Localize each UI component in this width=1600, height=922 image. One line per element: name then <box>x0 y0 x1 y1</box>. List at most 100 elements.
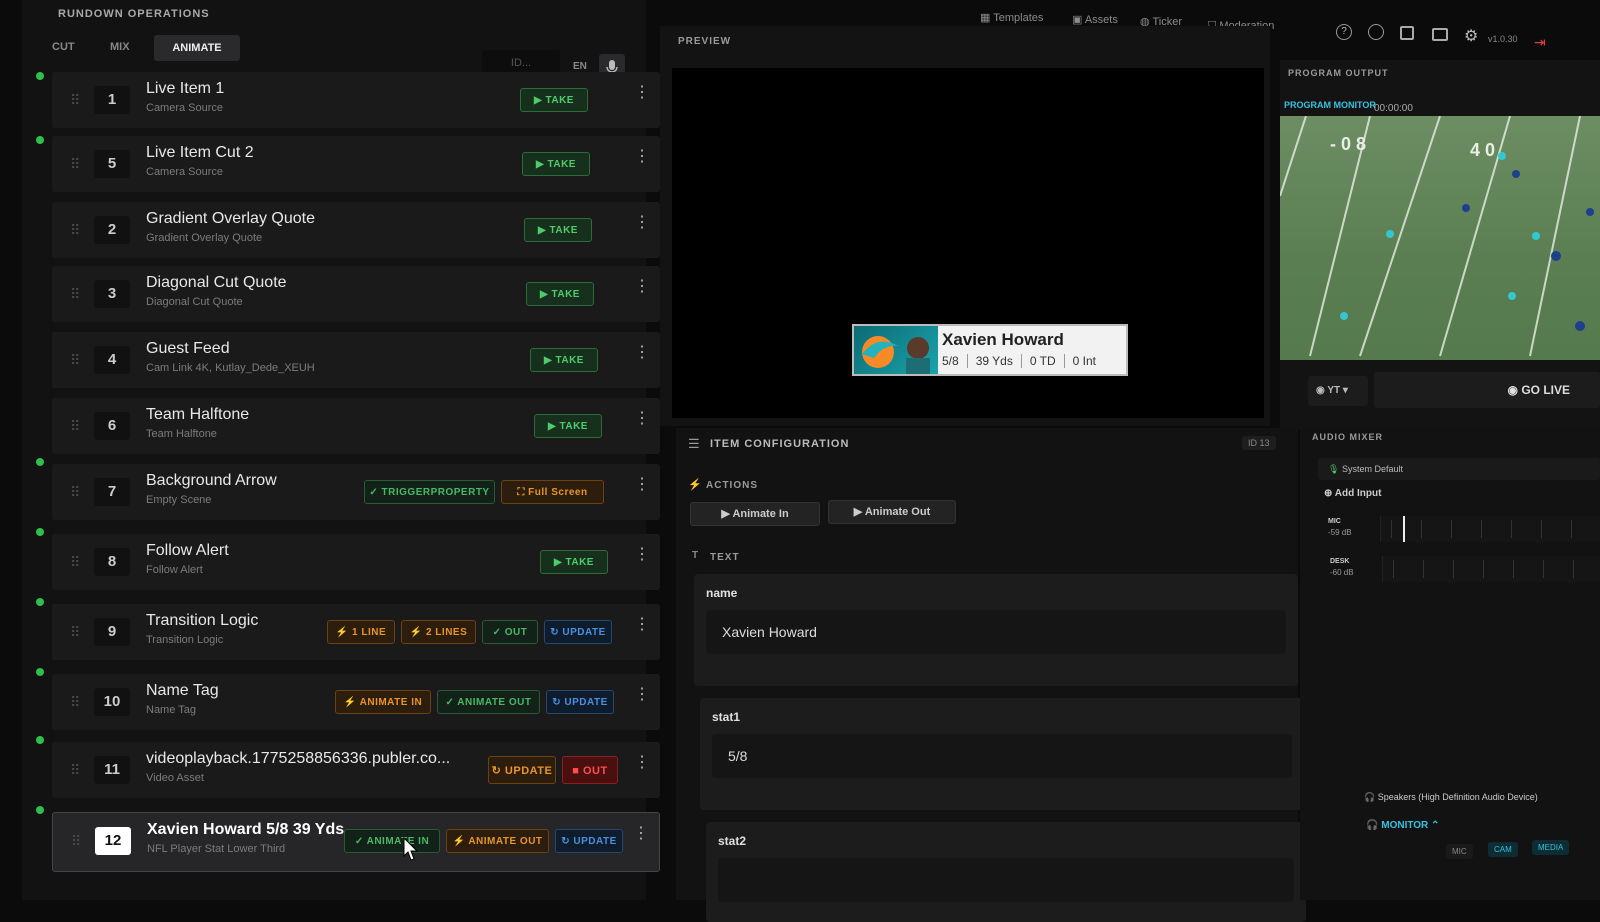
drag-handle-icon[interactable]: ⠿ <box>70 92 82 108</box>
live-indicator <box>36 598 44 606</box>
tab-cut[interactable]: CUT <box>52 41 75 53</box>
drag-handle-icon[interactable]: ⠿ <box>70 762 82 778</box>
action-button[interactable]: ↻ UPDATE <box>544 620 612 644</box>
rundown-item[interactable]: ⠿ 5 Live Item Cut 2 Camera Source ⋮ TAKE <box>52 136 660 192</box>
action-button[interactable]: ↻ UPDATE <box>555 829 623 853</box>
action-button[interactable]: ⚡ 2 LINES <box>401 620 476 644</box>
more-menu-icon[interactable]: ⋮ <box>634 547 650 570</box>
action-button[interactable]: ✓ TRIGGERPROPERTY <box>364 480 495 504</box>
football-field-video: - 0 8 4 0 <box>1280 116 1594 357</box>
take-button[interactable]: TAKE <box>520 88 588 112</box>
monitor-label: MONITOR <box>1381 820 1429 831</box>
nav-templates-label: Templates <box>993 12 1044 24</box>
nav-templates[interactable]: ▦ Templates <box>980 8 1043 26</box>
tab-mix[interactable]: MIX <box>110 41 130 53</box>
field-name-input[interactable]: Xavien Howard <box>706 610 1286 654</box>
more-menu-icon[interactable]: ⋮ <box>633 826 649 849</box>
save-icon[interactable] <box>1400 26 1414 40</box>
source-media[interactable]: MEDIA <box>1532 840 1570 855</box>
drag-handle-icon[interactable]: ⠿ <box>70 624 82 640</box>
go-live-button[interactable]: ◉ GO LIVE <box>1374 372 1600 408</box>
rundown-item[interactable]: ⠿ 12 Xavien Howard 5/8 39 Yds ... NFL Playe… <box>52 812 660 872</box>
rundown-item[interactable]: ⠿ 4 Guest Feed Cam Link 4K, Kutlay_Dede_XEU… <box>52 332 660 388</box>
drag-handle-icon[interactable]: ⠿ <box>71 833 83 849</box>
rundown-item[interactable]: ⠿ 7 Background Arrow Empty Scene ⋮ ⛶ Full Scr… <box>52 464 660 520</box>
text-icon: T <box>692 550 699 561</box>
action-button[interactable]: ⚡ ANIMATE IN <box>335 690 431 714</box>
rundown-item[interactable]: ⠿ 3 Diagonal Cut Quote Diagonal Cut Quote ⋮ T… <box>52 266 660 322</box>
more-menu-icon[interactable]: ⋮ <box>634 345 650 368</box>
output-device[interactable]: 🎧 Speakers (High Definition Audio Device… <box>1364 792 1538 803</box>
rundown-item[interactable]: ⠿ 9 Transition Logic Transition Logic ⋮ ↻ UPD… <box>52 604 660 660</box>
more-menu-icon[interactable]: ⋮ <box>634 687 650 710</box>
meter-thumb[interactable] <box>1403 516 1405 542</box>
action-button[interactable]: ✓ OUT <box>482 620 538 644</box>
language-select[interactable]: EN <box>573 61 587 72</box>
drag-handle-icon[interactable]: ⠿ <box>70 352 82 368</box>
drag-handle-icon[interactable]: ⠿ <box>70 554 82 570</box>
channel-mic-meter[interactable] <box>1380 516 1600 542</box>
drag-handle-icon[interactable]: ⠿ <box>70 286 82 302</box>
more-menu-icon[interactable]: ⋮ <box>634 477 650 500</box>
help-icon[interactable]: ? <box>1336 24 1352 40</box>
play-icon: ▶ <box>721 508 733 520</box>
config-title: ITEM CONFIGURATION <box>710 438 850 450</box>
device-select[interactable]: 🎙 System Default <box>1318 458 1600 480</box>
take-button[interactable]: TAKE <box>540 550 608 574</box>
take-button[interactable]: TAKE <box>526 282 594 306</box>
action-button[interactable]: ✓ ANIMATE OUT <box>437 690 540 714</box>
go-live-label: GO LIVE <box>1521 383 1570 397</box>
animate-out-button[interactable]: ▶ Animate Out <box>828 500 956 524</box>
action-button[interactable]: ↻ UPDATE <box>488 756 556 784</box>
layout-icon[interactable] <box>1432 28 1448 41</box>
rundown-item[interactable]: ⠿ 10 Name Tag Name Tag ⋮ ↻ UPDATE ✓ ANIMATE OU… <box>52 674 660 730</box>
channel-desk: DESK -60 dB <box>1328 556 1600 586</box>
action-button[interactable]: ⛶ Full Screen <box>501 480 604 504</box>
take-button[interactable]: TAKE <box>530 348 598 372</box>
rundown-item[interactable]: ⠿ 2 Gradient Overlay Quote Gradient Overlay… <box>52 202 660 258</box>
add-input-button[interactable]: ⊕ Add Input <box>1324 488 1381 499</box>
monitor-toggle[interactable]: 🎧 MONITOR ⌃ <box>1366 820 1439 831</box>
action-button[interactable]: ✓ ANIMATE IN <box>344 829 440 853</box>
obs-icon[interactable] <box>1368 24 1384 40</box>
more-menu-icon[interactable]: ⋮ <box>634 279 650 302</box>
rundown-item[interactable]: ⠿ 11 videoplayback.1775258856336.publer.co… <box>52 742 660 798</box>
text-section-label: TEXT <box>710 552 740 563</box>
logout-icon[interactable]: ⇥ <box>1534 34 1546 51</box>
rundown-item[interactable]: ⠿ 8 Follow Alert Follow Alert ⋮ TAKE <box>52 534 660 590</box>
channel-desk-meter[interactable] <box>1382 556 1600 582</box>
take-button[interactable]: TAKE <box>524 218 592 242</box>
live-indicator <box>36 668 44 676</box>
more-menu-icon[interactable]: ⋮ <box>634 149 650 172</box>
more-menu-icon[interactable]: ⋮ <box>634 85 650 108</box>
take-button[interactable]: TAKE <box>534 414 602 438</box>
animate-in-button[interactable]: ▶ Animate In <box>690 502 820 526</box>
field-name: name Xavien Howard <box>694 574 1298 686</box>
drag-handle-icon[interactable]: ⠿ <box>70 694 82 710</box>
rundown-item[interactable]: ⠿ 6 Team Halftone Team Halftone ⋮ TAKE <box>52 398 660 454</box>
field-stat1-input[interactable]: 5/8 <box>712 734 1292 778</box>
rundown-item[interactable]: ⠿ 1 Live Item 1 Camera Source ⋮ TAKE <box>52 72 660 128</box>
action-button[interactable]: ■ OUT <box>562 756 618 784</box>
more-menu-icon[interactable]: ⋮ <box>634 617 650 640</box>
action-button[interactable]: ↻ UPDATE <box>546 690 614 714</box>
source-mic[interactable]: MIC <box>1446 844 1473 859</box>
more-menu-icon[interactable]: ⋮ <box>634 215 650 238</box>
action-button[interactable]: ⚡ 1 LINE <box>327 620 395 644</box>
drag-handle-icon[interactable]: ⠿ <box>70 484 82 500</box>
field-stat2-input[interactable] <box>718 858 1294 902</box>
tab-animate[interactable]: ANIMATE <box>154 35 240 61</box>
source-cam[interactable]: CAM <box>1488 842 1518 857</box>
drag-handle-icon[interactable]: ⠿ <box>70 222 82 238</box>
more-menu-icon[interactable]: ⋮ <box>634 411 650 434</box>
plus-circle-icon: ⊕ <box>1324 488 1335 499</box>
lower-third-stats: 5/8 39 Yds 0 TD 0 Int <box>942 354 1104 372</box>
platform-select[interactable]: ◉ YT ▾ <box>1308 376 1368 406</box>
rundown-title: RUNDOWN OPERATIONS <box>58 8 210 20</box>
action-button[interactable]: ⚡ ANIMATE OUT <box>446 829 549 853</box>
drag-handle-icon[interactable]: ⠿ <box>70 418 82 434</box>
more-menu-icon[interactable]: ⋮ <box>634 755 650 778</box>
drag-handle-icon[interactable]: ⠿ <box>70 156 82 172</box>
gear-icon[interactable]: ⚙ <box>1464 26 1478 46</box>
take-button[interactable]: TAKE <box>522 152 590 176</box>
